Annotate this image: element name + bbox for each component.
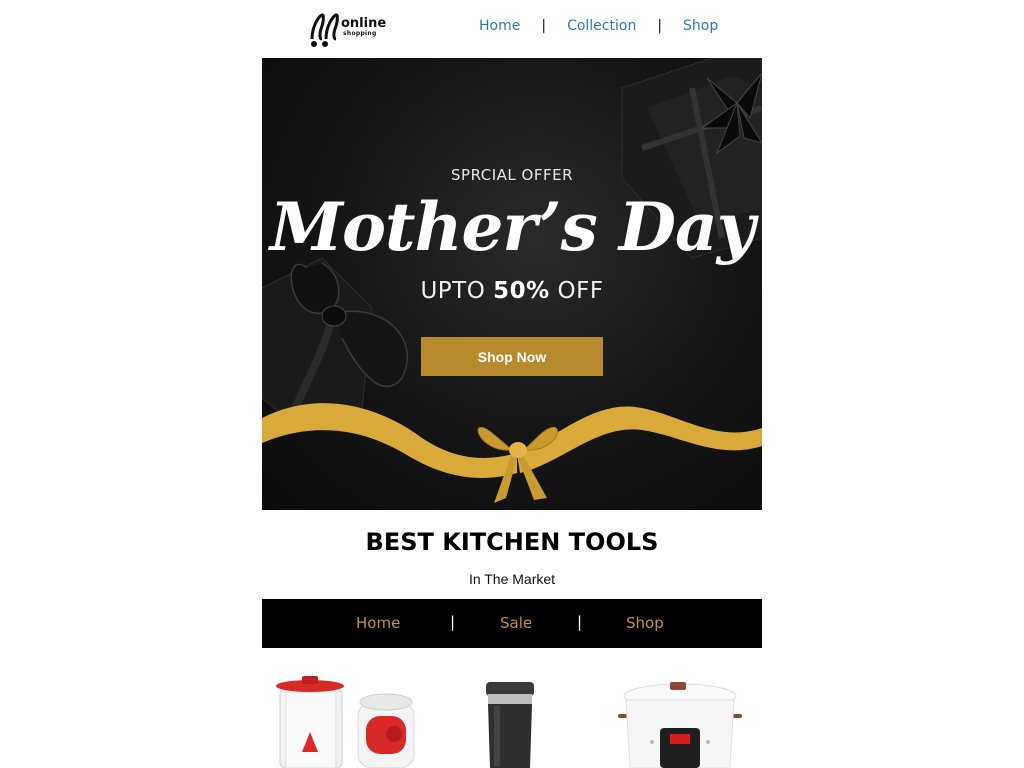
blender-image [276, 676, 415, 768]
nav-separator: | [450, 613, 456, 631]
hero-subtitle: SPRCIAL OFFER [451, 166, 573, 184]
category-nav: Home | Sale | Shop [262, 599, 762, 648]
category-shop-link[interactable]: Shop [626, 614, 664, 632]
section-title: BEST KITCHEN TOOLS [365, 528, 659, 556]
product-pressure-cooker[interactable] [612, 672, 752, 768]
gold-ribbon [262, 403, 762, 503]
category-sale-link[interactable]: Sale [500, 614, 532, 632]
hero-title: Mother’s Day [269, 188, 755, 266]
discount-suffix: OFF [549, 278, 604, 304]
nav-collection-link[interactable]: Collection [567, 18, 636, 34]
hero-discount: UPTO 50% OFF [262, 278, 762, 304]
product-blender[interactable] [272, 672, 422, 768]
category-home-link[interactable]: Home [356, 614, 400, 632]
travel-mug-image [486, 682, 534, 768]
product-travel-mug[interactable] [472, 672, 552, 768]
email-page: online shopping Home | Collection | Shop [0, 0, 1024, 768]
hero-banner: SPRCIAL OFFER Mother’s Day UPTO 50% OFF … [262, 58, 762, 510]
logo-text: online [341, 16, 387, 31]
top-header: online shopping Home | Collection | Shop [262, 0, 762, 58]
nav-separator: | [577, 613, 583, 631]
top-nav: Home | Collection | Shop [479, 18, 718, 34]
discount-prefix: UPTO [420, 278, 494, 304]
pressure-cooker-image [618, 682, 742, 768]
nav-shop-link[interactable]: Shop [683, 18, 718, 34]
nav-home-link[interactable]: Home [479, 18, 520, 34]
nav-separator: | [657, 18, 663, 34]
logo-subtext: shopping [343, 30, 377, 37]
section-subtitle: In The Market [468, 571, 556, 587]
shop-now-button[interactable]: Shop Now [421, 337, 603, 376]
logo[interactable]: online shopping [308, 9, 388, 49]
discount-value: 50% [493, 278, 550, 304]
nav-separator: | [541, 18, 547, 34]
